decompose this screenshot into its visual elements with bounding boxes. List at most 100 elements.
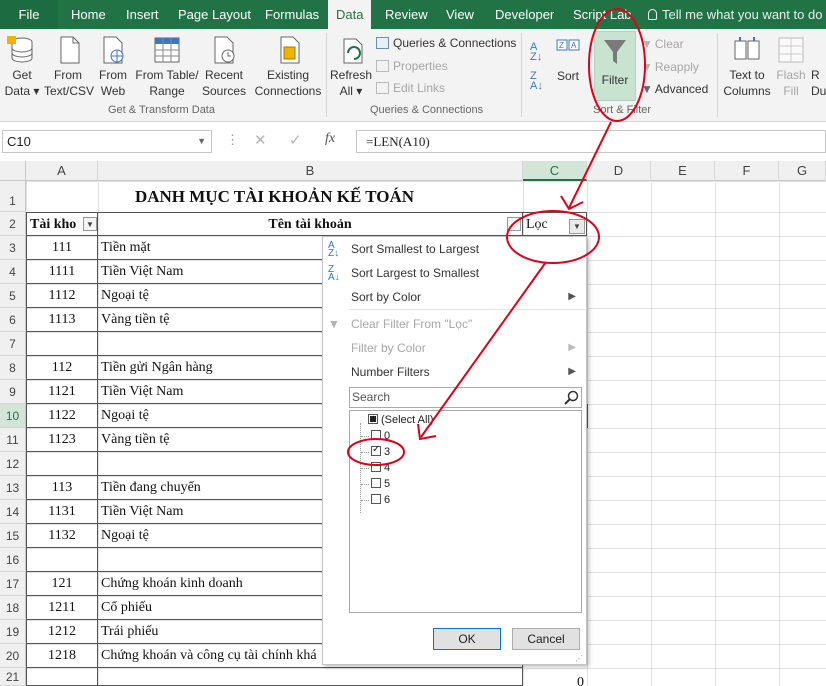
recent-sources-button[interactable]: Recent Sources — [201, 35, 247, 99]
filter-checkbox[interactable] — [368, 414, 378, 424]
tab-insert[interactable]: Insert — [126, 0, 159, 29]
account-code-cell[interactable]: 1212 — [26, 620, 98, 644]
row-header[interactable]: 18 — [0, 596, 26, 620]
from-table-range-button[interactable]: From Table/ Range — [134, 35, 200, 99]
column-header-b[interactable]: B — [98, 161, 523, 181]
tab-review[interactable]: Review — [385, 0, 428, 29]
refresh-all-button[interactable]: Refresh All ▾ — [330, 35, 372, 99]
account-name-cell[interactable] — [98, 668, 523, 686]
account-code-cell[interactable]: 121 — [26, 572, 98, 596]
insert-function-icon[interactable]: fx — [325, 131, 335, 147]
filter-checkbox[interactable] — [371, 430, 381, 440]
column-header-g[interactable]: G — [779, 161, 826, 181]
filter-value-cell[interactable]: 0 — [523, 668, 587, 686]
filter-checkbox[interactable] — [371, 462, 381, 472]
filter-value-list[interactable]: (Select All) 0 ✓ 3 4 5 6 — [349, 410, 582, 613]
remove-duplicates-button[interactable]: R Du — [811, 67, 826, 99]
clear-filter-button[interactable]: ▼ Clear — [641, 37, 684, 51]
filter-dropdown-arrow-a[interactable]: ▼ — [83, 217, 97, 231]
sort-az-icon[interactable]: A Z↓ — [530, 42, 542, 63]
row-header[interactable]: 11 — [0, 428, 26, 452]
clear-filter-from-column[interactable]: Clear Filter From "Lọc" — [351, 317, 472, 331]
column-header-c[interactable]: C — [523, 161, 587, 181]
tab-script-lab[interactable]: Script Lab — [573, 0, 632, 29]
queries-connections-button[interactable]: Queries & Connections — [376, 36, 516, 50]
get-data-button[interactable]: Get Data ▾ — [3, 35, 41, 99]
filter-list-item[interactable]: 4 — [371, 462, 390, 474]
account-code-cell[interactable]: 1131 — [26, 500, 98, 524]
filter-dropdown-arrow-b[interactable] — [507, 217, 521, 231]
row-header[interactable]: 4 — [0, 260, 26, 284]
formula-input[interactable]: =LEN(A10) — [356, 130, 826, 153]
chevron-down-icon[interactable]: ▼ — [197, 131, 206, 152]
row-header[interactable]: 6 — [0, 308, 26, 332]
row-header[interactable]: 3 — [0, 236, 26, 260]
row-header[interactable]: 15 — [0, 524, 26, 548]
tab-page-layout[interactable]: Page Layout — [178, 0, 251, 29]
row-header[interactable]: 19 — [0, 620, 26, 644]
account-code-cell[interactable]: 1132 — [26, 524, 98, 548]
filter-button[interactable]: Filter — [594, 31, 636, 101]
name-box[interactable]: C10 ▼ — [2, 130, 212, 153]
filter-checkbox[interactable] — [371, 478, 381, 488]
account-code-cell[interactable]: 1121 — [26, 380, 98, 404]
cancel-button[interactable]: Cancel — [512, 628, 580, 650]
account-code-cell[interactable] — [26, 668, 98, 686]
tab-file[interactable]: File — [0, 0, 58, 29]
row-header[interactable]: 17 — [0, 572, 26, 596]
header-cell-account-name[interactable]: Tên tài khoản — [98, 212, 523, 236]
properties-button[interactable]: Properties — [376, 59, 448, 73]
sort-button[interactable]: ZA Sort — [553, 38, 583, 84]
account-code-cell[interactable]: 113 — [26, 476, 98, 500]
filter-list-item[interactable]: 6 — [371, 494, 390, 506]
column-header-a[interactable]: A — [26, 161, 98, 181]
row-header[interactable]: 16 — [0, 548, 26, 572]
edit-links-button[interactable]: Edit Links — [376, 81, 445, 95]
tab-developer[interactable]: Developer — [495, 0, 554, 29]
column-header-f[interactable]: F — [715, 161, 779, 181]
cancel-entry-icon[interactable]: ✕ — [254, 131, 267, 149]
account-code-cell[interactable]: 112 — [26, 356, 98, 380]
row-header[interactable]: 8 — [0, 356, 26, 380]
advanced-filter-button[interactable]: ▼ Advanced — [641, 82, 708, 96]
row-header[interactable]: 20 — [0, 644, 26, 668]
row-header[interactable]: 9 — [0, 380, 26, 404]
flash-fill-button[interactable]: Flash Fill — [775, 35, 807, 99]
resize-grip-icon[interactable]: ⋰ — [575, 654, 583, 663]
row-header[interactable]: 7 — [0, 332, 26, 356]
tab-data[interactable]: Data — [328, 0, 372, 29]
from-web-button[interactable]: From Web — [96, 35, 130, 99]
row-header[interactable]: 14 — [0, 500, 26, 524]
filter-checkbox[interactable]: ✓ — [371, 444, 381, 456]
sheet-title[interactable]: DANH MỤC TÀI KHOẢN KẾ TOÁN — [26, 181, 523, 212]
column-header-d[interactable]: D — [587, 161, 651, 181]
text-to-columns-button[interactable]: Text to Columns — [722, 35, 772, 99]
account-code-cell[interactable] — [26, 332, 98, 356]
tell-me-box[interactable]: Tell me what you want to do — [648, 0, 822, 29]
sort-by-color[interactable]: Sort by Color — [351, 290, 421, 304]
row-header[interactable]: 12 — [0, 452, 26, 476]
filter-checkbox[interactable] — [371, 494, 381, 504]
sort-largest-to-smallest[interactable]: Sort Largest to Smallest — [351, 266, 479, 280]
tab-home[interactable]: Home — [71, 0, 106, 29]
account-code-cell[interactable] — [26, 452, 98, 476]
number-filters[interactable]: Number Filters — [351, 365, 430, 379]
reapply-button[interactable]: ▼ Reapply — [641, 60, 699, 74]
account-code-cell[interactable]: 1123 — [26, 428, 98, 452]
existing-connections-button[interactable]: Existing Connections — [253, 35, 323, 99]
filter-list-item[interactable]: ✓ 3 — [371, 444, 390, 458]
account-code-cell[interactable]: 1218 — [26, 644, 98, 668]
row-header[interactable]: 1 — [0, 181, 26, 212]
filter-search-input[interactable]: Search — [349, 387, 582, 408]
row-header[interactable]: 21 — [0, 668, 26, 686]
tab-view[interactable]: View — [446, 0, 474, 29]
row-header[interactable]: 5 — [0, 284, 26, 308]
filter-by-color[interactable]: Filter by Color — [351, 341, 426, 355]
tab-formulas[interactable]: Formulas — [265, 0, 319, 29]
filter-list-item[interactable]: (Select All) — [368, 414, 434, 426]
account-code-cell[interactable]: 1112 — [26, 284, 98, 308]
sort-smallest-to-largest[interactable]: Sort Smallest to Largest — [351, 242, 479, 256]
filter-list-item[interactable]: 5 — [371, 478, 390, 490]
filter-list-item[interactable]: 0 — [371, 430, 390, 442]
account-code-cell[interactable]: 111 — [26, 236, 98, 260]
